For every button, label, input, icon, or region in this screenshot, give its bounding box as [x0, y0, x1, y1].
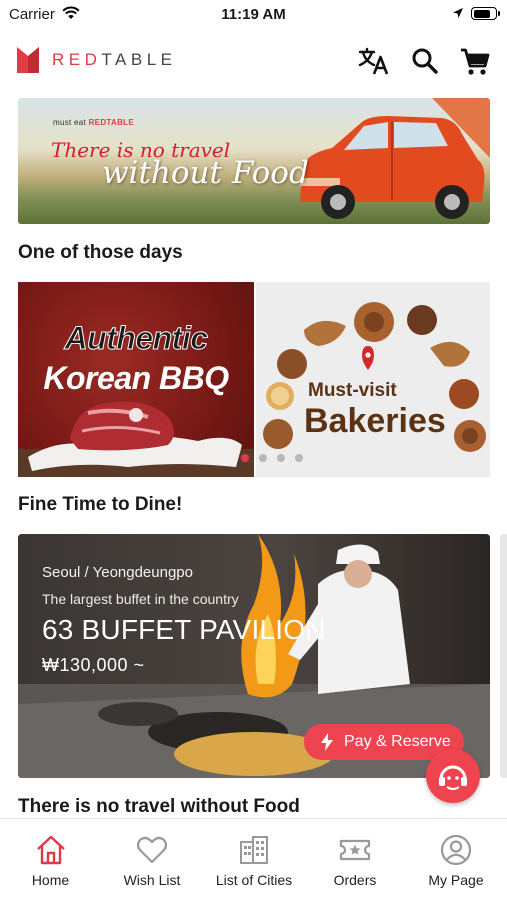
feature-carousel[interactable]: Authentic Korean BBQ Must-visit Bakeries — [18, 282, 490, 477]
slide-bakery-title-1: Must-visit — [308, 380, 397, 401]
restaurant-price: ₩130,000 ~ — [42, 655, 145, 675]
user-icon — [440, 834, 472, 866]
brand-wordmark: REDTABLE — [52, 50, 177, 70]
restaurant-location: Seoul / Yeongdeungpo — [42, 564, 193, 581]
red-car-image — [300, 98, 490, 219]
tab-list-of-cities-label: List of Cities — [215, 872, 293, 888]
section-title-one-of-those-days: One of those days — [18, 242, 183, 263]
banner-tagline-brand: REDTABLE — [88, 118, 134, 127]
carousel-pagination — [241, 454, 303, 462]
carousel-dot[interactable] — [277, 454, 285, 462]
search-icon[interactable] — [408, 44, 442, 78]
tab-my-page-label: My Page — [428, 872, 484, 888]
tab-home-label: Home — [31, 872, 70, 888]
clock: 11:19 AM — [221, 6, 286, 23]
city-icon — [240, 836, 268, 864]
home-icon — [36, 835, 65, 865]
chat-support-button[interactable] — [426, 749, 480, 803]
tab-home[interactable]: Home — [0, 819, 101, 900]
banner-headline-2: without Food — [102, 155, 309, 191]
app-header: REDTABLE — [0, 38, 507, 84]
banner-tagline: must eat REDTABLE — [53, 118, 134, 127]
cart-icon[interactable] — [458, 44, 492, 78]
tab-wish-list[interactable]: Wish List — [101, 819, 203, 900]
brand-wordmark-red: RED — [52, 50, 102, 69]
restaurant-name: 63 BUFFET PAVILION — [42, 614, 326, 645]
carousel-dot[interactable] — [259, 454, 267, 462]
battery-icon — [471, 7, 500, 20]
tab-my-page[interactable]: My Page — [405, 819, 507, 900]
brand-wordmark-rest: TABLE — [101, 50, 177, 69]
lightning-icon — [321, 733, 333, 751]
carousel-dot[interactable] — [241, 454, 249, 462]
chat-bot-icon — [439, 765, 467, 790]
ticket-icon — [339, 839, 371, 861]
restaurant-card[interactable]: Seoul / Yeongdeungpo The largest buffet … — [18, 534, 490, 778]
redtable-logo-icon[interactable] — [17, 47, 39, 73]
section-title-no-travel: There is no travel without Food — [18, 796, 300, 817]
slide-bakery-title-2: Bakeries — [304, 402, 446, 440]
tab-wish-list-label: Wish List — [123, 872, 181, 888]
bottom-tab-bar: Home Wish List List of Cities Orders My … — [0, 818, 507, 900]
tab-orders[interactable]: Orders — [305, 819, 405, 900]
status-bar: Carrier 11:19 AM — [0, 0, 507, 30]
translate-icon[interactable] — [357, 44, 391, 78]
section-title-fine-time: Fine Time to Dine! — [18, 494, 183, 515]
promo-banner[interactable]: must eat REDTABLE There is no travel wit… — [18, 98, 490, 224]
heart-icon — [136, 836, 168, 864]
next-card-peek[interactable] — [500, 534, 507, 778]
slide-bbq-title-2: Korean BBQ — [43, 360, 229, 396]
tab-orders-label: Orders — [333, 872, 377, 888]
slide-bakeries[interactable]: Must-visit Bakeries — [256, 282, 490, 477]
tab-list-of-cities[interactable]: List of Cities — [203, 819, 305, 900]
banner-tagline-prefix: must eat — [53, 118, 89, 127]
slide-bbq-title-1: Authentic — [64, 320, 209, 357]
slide-korean-bbq[interactable]: Authentic Korean BBQ — [18, 282, 254, 477]
restaurant-description: The largest buffet in the country — [42, 591, 239, 607]
location-arrow-icon — [453, 8, 463, 18]
bbq-meat-image — [18, 401, 254, 477]
carousel-dot[interactable] — [295, 454, 303, 462]
